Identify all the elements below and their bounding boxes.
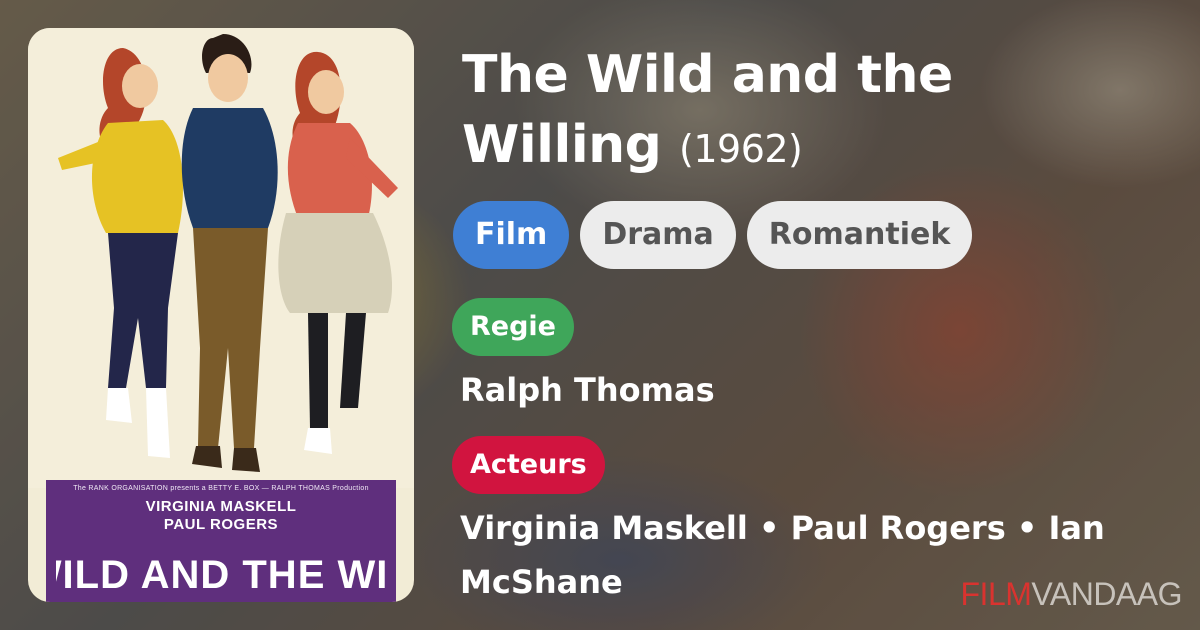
movie-year: (1962) <box>679 127 803 171</box>
page-title: The Wild and the Willing (1962) <box>462 40 1162 184</box>
tag-row: Film Drama Romantiek <box>453 201 973 269</box>
poster-cast-line-2: PAUL ROGERS <box>163 516 279 533</box>
poster-illustration <box>28 28 414 488</box>
poster-cast-line-1: VIRGINIA MASKELL <box>145 498 297 515</box>
svg-text:THE WILD AND THE WILLING: THE WILD AND THE WILLING <box>56 553 386 597</box>
filmvandaag-logo[interactable]: FILMVANDAAG <box>961 576 1183 613</box>
genre-chip-romantiek[interactable]: Romantiek <box>746 201 973 269</box>
poster-credits-band: The RANK ORGANISATION presents a BETTY E… <box>28 480 414 602</box>
director-name[interactable]: Ralph Thomas <box>460 363 1160 417</box>
logo-part-vandaag: VANDAAG <box>1031 576 1182 612</box>
poster-presents-line: The RANK ORGANISATION presents a BETTY E… <box>73 485 369 492</box>
genre-chip-drama[interactable]: Drama <box>580 201 736 269</box>
acteurs-label-badge: Acteurs <box>452 436 605 494</box>
regie-label-badge: Regie <box>452 298 574 356</box>
type-chip-film[interactable]: Film <box>453 201 570 269</box>
logo-part-film: FILM <box>960 576 1032 612</box>
poster-title-logo: THE WILD AND THE WILLING <box>28 553 414 597</box>
movie-poster: The RANK ORGANISATION presents a BETTY E… <box>28 28 414 602</box>
